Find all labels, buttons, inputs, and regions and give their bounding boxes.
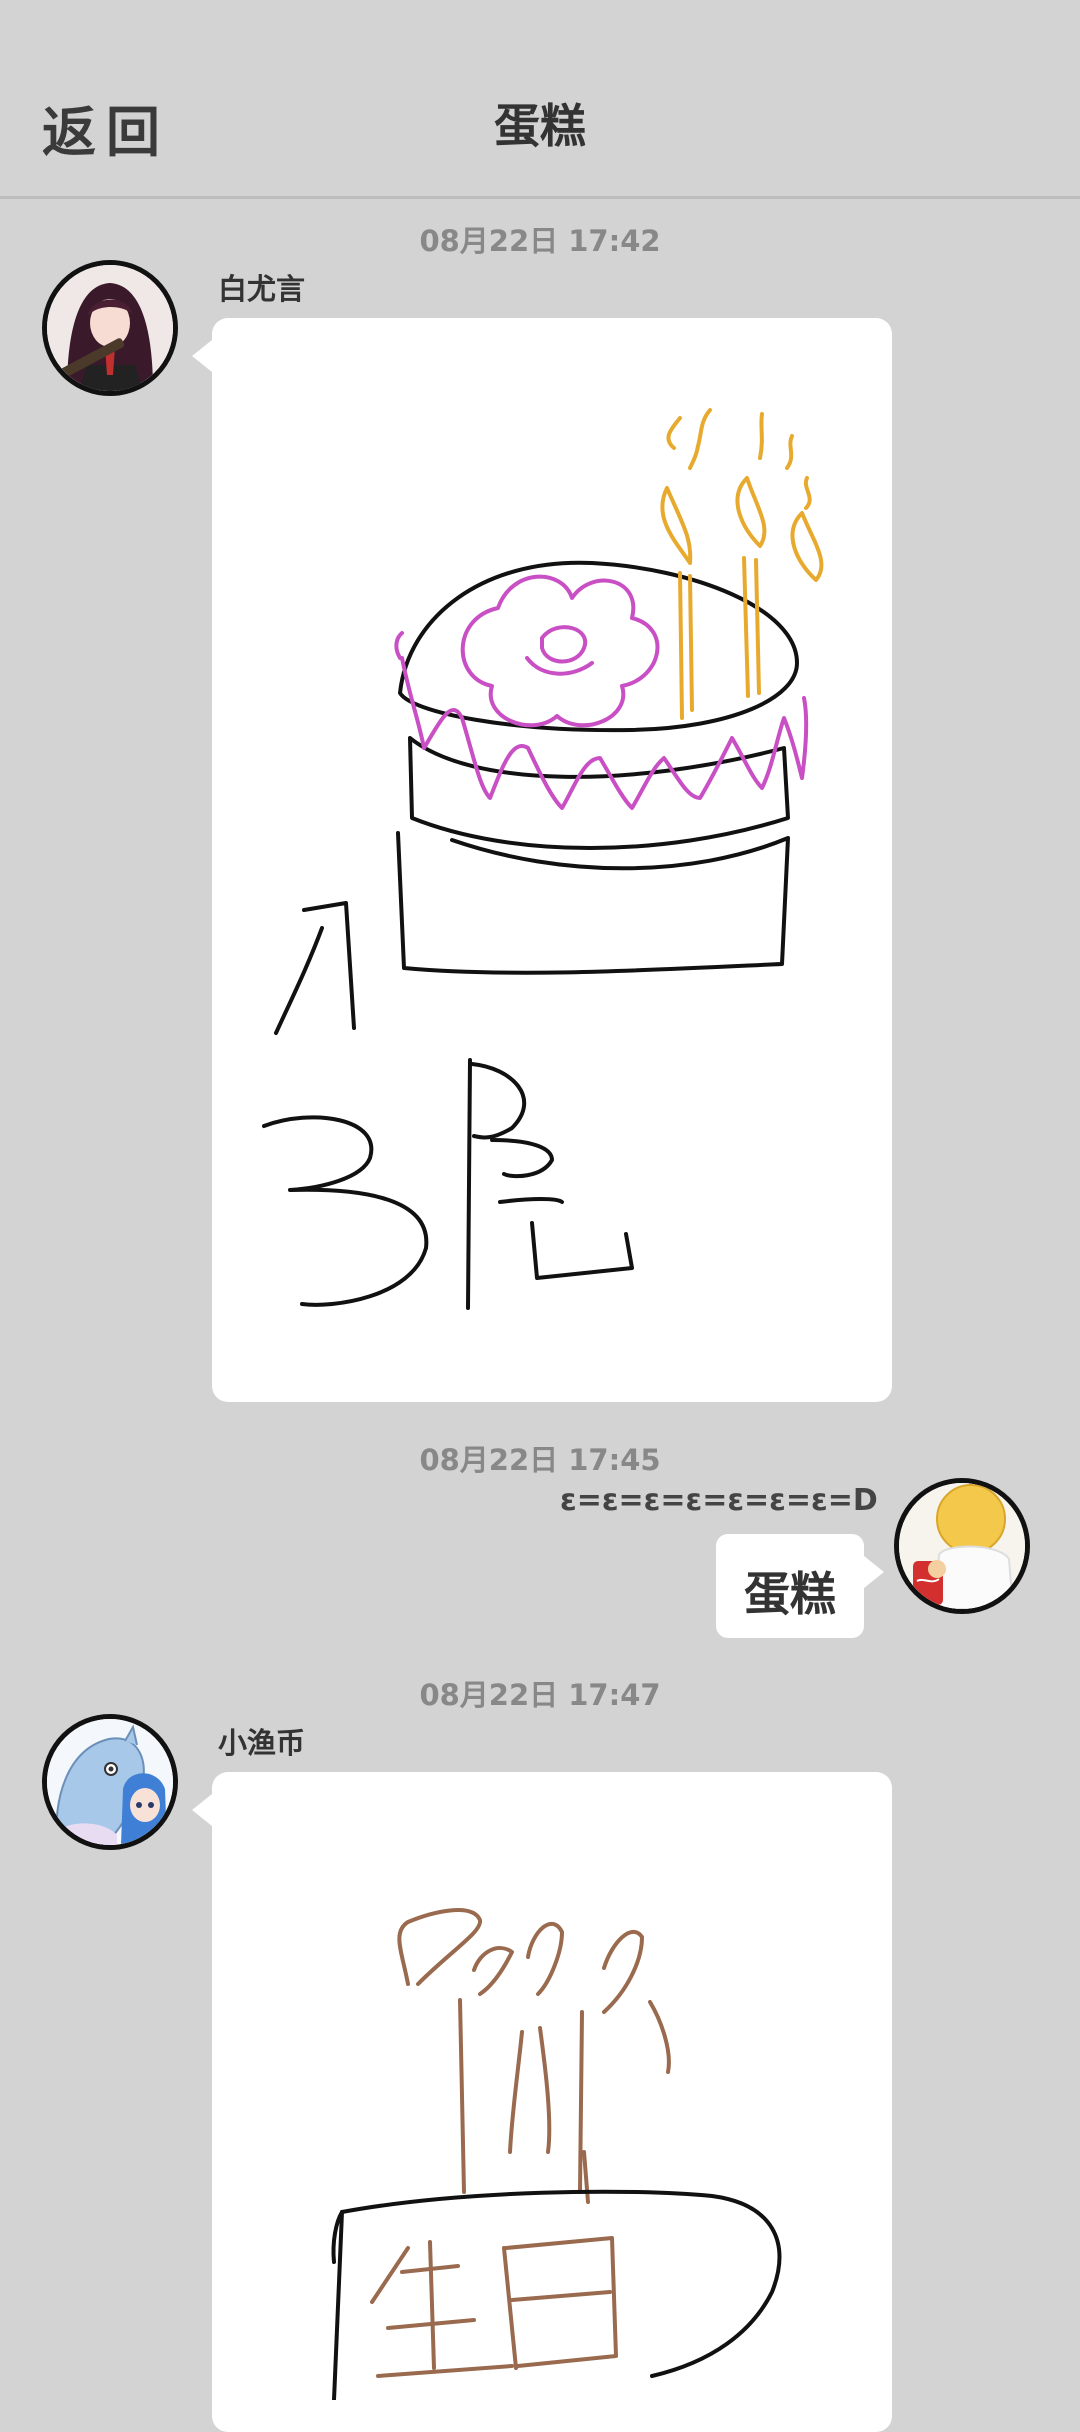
sender-name: 小渔币 bbox=[218, 1726, 306, 1760]
anime-girl-avatar-icon bbox=[47, 265, 173, 391]
text-message-bubble[interactable]: 蛋糕 bbox=[716, 1534, 864, 1638]
avatar[interactable] bbox=[894, 1478, 1030, 1614]
page-title: 蛋糕 bbox=[494, 99, 586, 153]
message-timestamp: 08月22日 17:47 bbox=[419, 1678, 661, 1712]
sticker-caption: ε=ε=ε=ε=ε=ε=ε=D bbox=[560, 1483, 878, 1518]
avatar[interactable] bbox=[42, 260, 178, 396]
birthday-cake-drawing bbox=[331, 1908, 782, 2402]
message-timestamp: 08月22日 17:45 bbox=[419, 1443, 661, 1477]
avatar[interactable] bbox=[42, 1714, 178, 1850]
drawing-message-bubble[interactable] bbox=[212, 1772, 892, 2432]
bubble-tail bbox=[864, 1556, 884, 1588]
sender-name: 白尤言 bbox=[218, 272, 306, 306]
shark-girl-avatar-icon bbox=[47, 1719, 173, 1845]
drawing-message-bubble[interactable] bbox=[212, 318, 892, 1402]
bubble-tail bbox=[192, 1794, 212, 1826]
yellow-face-avatar-icon bbox=[899, 1483, 1025, 1609]
cake-drawing bbox=[262, 408, 824, 1310]
top-bar: 返回 蛋糕 bbox=[0, 0, 1080, 199]
bubble-tail bbox=[192, 340, 212, 372]
message-text: 蛋糕 bbox=[744, 1567, 836, 1621]
message-timestamp: 08月22日 17:42 bbox=[419, 224, 661, 258]
